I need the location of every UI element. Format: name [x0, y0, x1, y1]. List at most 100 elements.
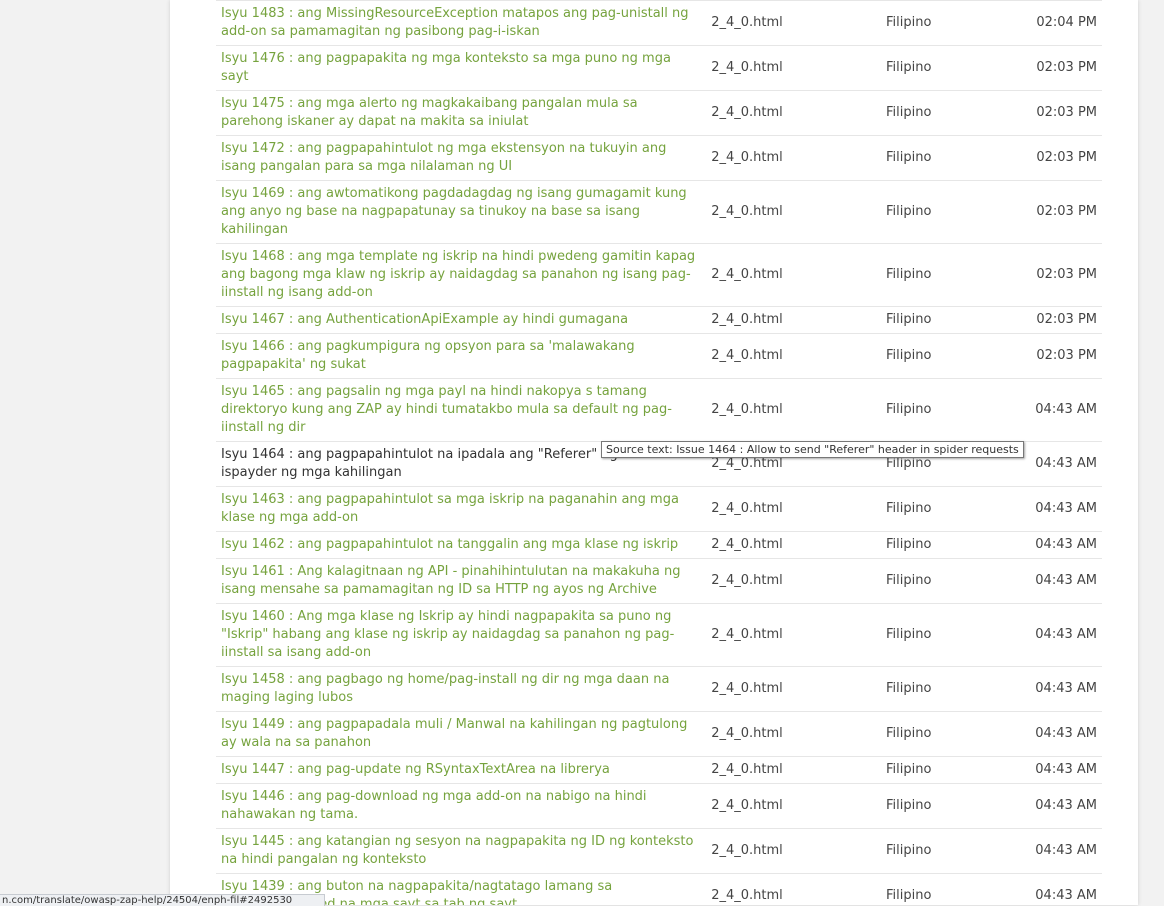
language-cell: Filipino: [885, 627, 932, 642]
table-row: Isyu 1468 : ang mga template ng iskrip n…: [216, 244, 1102, 307]
issue-title-cell: Isyu 1476 : ang pagpapakita ng mga konte…: [216, 46, 706, 91]
time-cell: 02:03 PM: [1036, 105, 1097, 120]
issue-link[interactable]: Isyu 1445 : ang katangian ng sesyon na n…: [221, 834, 693, 867]
issue-title-cell: Isyu 1475 : ang mga alerto ng magkakaiba…: [216, 91, 706, 136]
language-cell: Filipino: [885, 150, 932, 165]
table-row: Isyu 1467 : ang AuthenticationApiExample…: [216, 307, 1102, 334]
file-name-cell: 2_4_0.html: [711, 888, 783, 903]
table-row: Isyu 1463 : ang pagpapahintulot sa mga i…: [216, 487, 1102, 532]
issue-link[interactable]: Isyu 1465 : ang pagsalin ng mga payl na …: [221, 384, 672, 435]
table-row: Isyu 1461 : Ang kalagitnaan ng API - pin…: [216, 559, 1102, 604]
language-cell: Filipino: [885, 573, 932, 588]
issue-link[interactable]: Isyu 1447 : ang pag-update ng RSyntaxTex…: [221, 762, 610, 777]
language-cell: Filipino: [885, 204, 932, 219]
time-cell: 02:03 PM: [1036, 348, 1097, 363]
file-name-cell: 2_4_0.html: [711, 762, 783, 777]
language-cell: Filipino: [885, 501, 932, 516]
issue-title-cell: Isyu 1449 : ang pagpapadala muli / Manwa…: [216, 712, 706, 757]
source-text-tooltip: Source text: Issue 1464 : Allow to send …: [601, 441, 1024, 458]
language-cell: Filipino: [885, 15, 932, 30]
file-name-cell: 2_4_0.html: [711, 537, 783, 552]
issue-link[interactable]: Isyu 1462 : ang pagpapahintulot na tangg…: [221, 537, 678, 552]
language-cell: Filipino: [885, 312, 932, 327]
time-cell: 04:43 AM: [1035, 681, 1097, 696]
issue-link[interactable]: Isyu 1463 : ang pagpapahintulot sa mga i…: [221, 492, 679, 525]
issue-title-cell: Isyu 1472 : ang pagpapahintulot ng mga e…: [216, 136, 706, 181]
issue-link[interactable]: Isyu 1466 : ang pagkumpigura ng opsyon p…: [221, 339, 635, 372]
file-name-cell: 2_4_0.html: [711, 402, 783, 417]
language-cell: Filipino: [885, 402, 932, 417]
time-cell: 04:43 AM: [1035, 843, 1097, 858]
issue-title-cell: Isyu 1466 : ang pagkumpigura ng opsyon p…: [216, 334, 706, 379]
table-row: Isyu 1460 : Ang mga klase ng Iskrip ay h…: [216, 604, 1102, 667]
time-cell: 02:03 PM: [1036, 60, 1097, 75]
table-row: Isyu 1439 : ang buton na nagpapakita/nag…: [216, 874, 1102, 905]
table-row: Isyu 1469 : ang awtomatikong pagdadagdag…: [216, 181, 1102, 244]
issue-title-cell: Isyu 1463 : ang pagpapahintulot sa mga i…: [216, 487, 706, 532]
issue-link[interactable]: Isyu 1483 : ang MissingResourceException…: [221, 6, 689, 39]
issue-title-cell: Isyu 1468 : ang mga template ng iskrip n…: [216, 244, 706, 307]
table-row: Isyu 1458 : ang pagbago ng home/pag-inst…: [216, 667, 1102, 712]
issue-link[interactable]: Isyu 1476 : ang pagpapakita ng mga konte…: [221, 51, 671, 84]
table-row: Isyu 1476 : ang pagpapakita ng mga konte…: [216, 46, 1102, 91]
language-cell: Filipino: [885, 537, 932, 552]
language-cell: Filipino: [885, 105, 932, 120]
file-name-cell: 2_4_0.html: [711, 348, 783, 363]
issue-link[interactable]: Isyu 1446 : ang pag-download ng mga add-…: [221, 789, 647, 822]
table-row: Isyu 1475 : ang mga alerto ng magkakaiba…: [216, 91, 1102, 136]
file-name-cell: 2_4_0.html: [711, 15, 783, 30]
issue-link[interactable]: Isyu 1469 : ang awtomatikong pagdadagdag…: [221, 186, 687, 237]
file-name-cell: 2_4_0.html: [711, 798, 783, 813]
issue-link[interactable]: Isyu 1467 : ang AuthenticationApiExample…: [221, 312, 628, 327]
file-name-cell: 2_4_0.html: [711, 843, 783, 858]
table-row: Isyu 1472 : ang pagpapahintulot ng mga e…: [216, 136, 1102, 181]
table-row: Isyu 1447 : ang pag-update ng RSyntaxTex…: [216, 757, 1102, 784]
file-name-cell: 2_4_0.html: [711, 267, 783, 282]
issue-title-cell: Isyu 1447 : ang pag-update ng RSyntaxTex…: [216, 757, 706, 784]
issue-link[interactable]: Isyu 1472 : ang pagpapahintulot ng mga e…: [221, 141, 666, 174]
file-name-cell: 2_4_0.html: [711, 573, 783, 588]
time-cell: 02:03 PM: [1036, 312, 1097, 327]
file-name-cell: 2_4_0.html: [711, 60, 783, 75]
time-cell: 04:43 AM: [1035, 402, 1097, 417]
table-row: Isyu 1465 : ang pagsalin ng mga payl na …: [216, 379, 1102, 442]
language-cell: Filipino: [885, 267, 932, 282]
file-name-cell: 2_4_0.html: [711, 150, 783, 165]
issue-link[interactable]: Isyu 1449 : ang pagpapadala muli / Manwa…: [221, 717, 687, 750]
file-name-cell: 2_4_0.html: [711, 681, 783, 696]
language-cell: Filipino: [885, 762, 932, 777]
time-cell: 02:04 PM: [1036, 15, 1097, 30]
issue-link[interactable]: Isyu 1460 : Ang mga klase ng Iskrip ay h…: [221, 609, 674, 660]
time-cell: 02:03 PM: [1036, 267, 1097, 282]
language-cell: Filipino: [885, 726, 932, 741]
issue-title-cell: Isyu 1446 : ang pag-download ng mga add-…: [216, 784, 706, 829]
language-cell: Filipino: [885, 348, 932, 363]
language-cell: Filipino: [885, 843, 932, 858]
time-cell: 04:43 AM: [1035, 537, 1097, 552]
time-cell: 04:43 AM: [1035, 888, 1097, 903]
issue-title-cell: Isyu 1465 : ang pagsalin ng mga payl na …: [216, 379, 706, 442]
language-cell: Filipino: [885, 888, 932, 903]
time-cell: 02:03 PM: [1036, 150, 1097, 165]
file-name-cell: 2_4_0.html: [711, 312, 783, 327]
table-row: Isyu 1446 : ang pag-download ng mga add-…: [216, 784, 1102, 829]
time-cell: 04:43 AM: [1035, 798, 1097, 813]
file-name-cell: 2_4_0.html: [711, 204, 783, 219]
time-cell: 04:43 AM: [1035, 573, 1097, 588]
table-row: Isyu 1483 : ang MissingResourceException…: [216, 1, 1102, 46]
issue-link[interactable]: Isyu 1468 : ang mga template ng iskrip n…: [221, 249, 695, 300]
issue-link[interactable]: Isyu 1461 : Ang kalagitnaan ng API - pin…: [221, 564, 680, 597]
file-name-cell: 2_4_0.html: [711, 501, 783, 516]
table-row: Isyu 1466 : ang pagkumpigura ng opsyon p…: [216, 334, 1102, 379]
issue-title-cell: Isyu 1462 : ang pagpapahintulot na tangg…: [216, 532, 706, 559]
time-cell: 02:03 PM: [1036, 204, 1097, 219]
browser-status-url: n.com/translate/owasp-zap-help/24504/enp…: [0, 894, 325, 906]
table-row: Isyu 1445 : ang katangian ng sesyon na n…: [216, 829, 1102, 874]
time-cell: 04:43 AM: [1035, 627, 1097, 642]
file-name-cell: 2_4_0.html: [711, 627, 783, 642]
issue-title-cell: Isyu 1461 : Ang kalagitnaan ng API - pin…: [216, 559, 706, 604]
issue-link[interactable]: Isyu 1475 : ang mga alerto ng magkakaiba…: [221, 96, 638, 129]
language-cell: Filipino: [885, 681, 932, 696]
issue-link[interactable]: Isyu 1458 : ang pagbago ng home/pag-inst…: [221, 672, 669, 705]
time-cell: 04:43 AM: [1035, 762, 1097, 777]
